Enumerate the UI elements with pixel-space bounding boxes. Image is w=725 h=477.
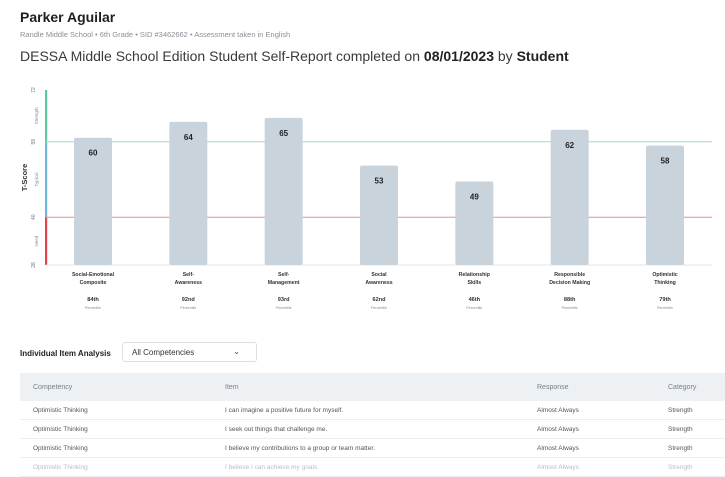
bar-value-label: 62 — [565, 141, 574, 150]
category-label-line2: Thinking — [654, 280, 676, 286]
column-header-category[interactable]: Category — [655, 373, 725, 401]
y-tick-label: 40 — [31, 214, 37, 220]
cell-item: I seek out things that challenge me. — [212, 419, 524, 439]
table-row[interactable]: Optimistic Thinking I believe my contrib… — [20, 438, 725, 458]
bar — [264, 117, 303, 265]
bar-value-label: 53 — [375, 177, 384, 186]
percentile-value: 84th — [87, 297, 99, 303]
cell-category: Strength — [655, 438, 725, 458]
axis-band-strength — [45, 90, 48, 142]
column-header-item[interactable]: Item — [212, 373, 524, 401]
tscore-chart-svg: Strength Typical Need 28 40 59 72 T-Score 60 Soci… — [20, 87, 712, 310]
bar-value-label: 65 — [279, 129, 288, 138]
category-label-line1: Social-Emotional — [72, 272, 115, 278]
chevron-down-icon: ⌄ — [233, 347, 240, 356]
item-analysis-label: Individual Item Analysis — [20, 349, 111, 358]
bar — [550, 129, 589, 265]
axis-band-label: Typical — [34, 172, 39, 186]
percentile-label: Percentile — [562, 306, 578, 310]
category-label-line2: Awareness — [365, 280, 392, 286]
y-axis-title: T-Score — [20, 164, 29, 192]
cell-competency: Optimistic Thinking — [20, 438, 212, 458]
percentile-label: Percentile — [85, 306, 101, 310]
y-tick-label: 59 — [31, 139, 37, 145]
category-label-line1: Responsible — [554, 272, 585, 278]
student-meta: Randle Middle School • 6th Grade • SID #… — [20, 30, 291, 39]
report-page: Parker Aguilar Randle Middle School • 6t… — [0, 0, 725, 477]
cell-response: Almost Always — [524, 438, 655, 458]
cell-category: Strength — [655, 457, 725, 477]
category-label-line2: Skills — [468, 280, 482, 286]
tscore-chart: Strength Typical Need 28 40 59 72 T-Score 60 Soci… — [0, 80, 725, 320]
cell-response: Almost Always — [524, 457, 655, 477]
student-name: Parker Aguilar — [20, 9, 116, 25]
bar-value-label: 58 — [661, 157, 670, 166]
category-label-line1: Self- — [183, 272, 195, 278]
category-label-line1: Optimistic — [652, 272, 677, 278]
category-label-line1: Self- — [278, 272, 290, 278]
cell-item: I can imagine a positive future for myse… — [212, 401, 524, 420]
percentile-value: 62nd — [372, 297, 386, 303]
report-date: 08/01/2023 — [423, 48, 494, 64]
cell-response: Almost Always — [524, 401, 655, 420]
category-label-line2: Management — [268, 280, 300, 286]
cell-item: I believe my contributions to a group or… — [212, 438, 524, 458]
percentile-label: Percentile — [371, 306, 387, 310]
table-row[interactable]: Optimistic Thinking I can imagine a posi… — [20, 401, 725, 420]
axis-band-label: Strength — [34, 107, 39, 125]
item-analysis-table: Competency Item Response Category Optimi… — [20, 373, 725, 477]
table-row[interactable]: Optimistic Thinking I seek out things th… — [20, 419, 725, 439]
cell-response: Almost Always — [524, 419, 655, 439]
percentile-label: Percentile — [466, 306, 482, 310]
bar-value-label: 64 — [184, 133, 193, 142]
percentile-value: 79th — [659, 297, 671, 303]
bar-value-label: 49 — [470, 192, 479, 201]
table-row[interactable]: Optimistic Thinking I believe I can achi… — [20, 457, 725, 477]
category-label-line2: Composite — [80, 280, 107, 286]
cell-competency: Optimistic Thinking — [20, 419, 212, 439]
category-label-line1: Social — [371, 272, 387, 278]
competency-filter-value: All Competencies — [132, 347, 195, 357]
y-tick-label: 72 — [31, 87, 37, 93]
cell-category: Strength — [655, 419, 725, 439]
axis-band-typical — [45, 141, 48, 218]
column-header-competency[interactable]: Competency — [20, 373, 212, 401]
percentile-value: 88th — [564, 297, 576, 303]
percentile-label: Percentile — [276, 306, 292, 310]
report-title-prefix: DESSA Middle School Edition Student Self… — [20, 48, 424, 64]
bar-value-label: 60 — [89, 149, 98, 158]
report-title: DESSA Middle School Edition Student Self… — [20, 48, 569, 64]
category-label-line2: Awareness — [175, 280, 202, 286]
category-label-line1: Relationship — [459, 272, 490, 278]
cell-category: Strength — [655, 401, 725, 420]
column-header-response[interactable]: Response — [524, 373, 655, 401]
cell-item: I believe I can achieve my goals. — [212, 457, 524, 477]
cell-competency: Optimistic Thinking — [20, 457, 212, 477]
percentile-label: Percentile — [180, 306, 196, 310]
report-by-word: by — [493, 48, 517, 64]
percentile-label: Percentile — [657, 306, 673, 310]
report-rater: Student — [516, 48, 569, 64]
y-tick-label: 28 — [31, 262, 37, 268]
percentile-value: 93rd — [278, 297, 290, 303]
percentile-value: 46th — [469, 297, 481, 303]
table-header-row: Competency Item Response Category — [20, 373, 725, 401]
competency-filter-select[interactable]: All Competencies ⌄ — [122, 342, 257, 362]
axis-band-label: Need — [34, 235, 39, 246]
axis-band-need — [45, 217, 48, 265]
bar — [169, 121, 208, 265]
category-label-line2: Decision Making — [549, 280, 590, 286]
cell-competency: Optimistic Thinking — [20, 401, 212, 420]
percentile-value: 92nd — [182, 297, 196, 303]
